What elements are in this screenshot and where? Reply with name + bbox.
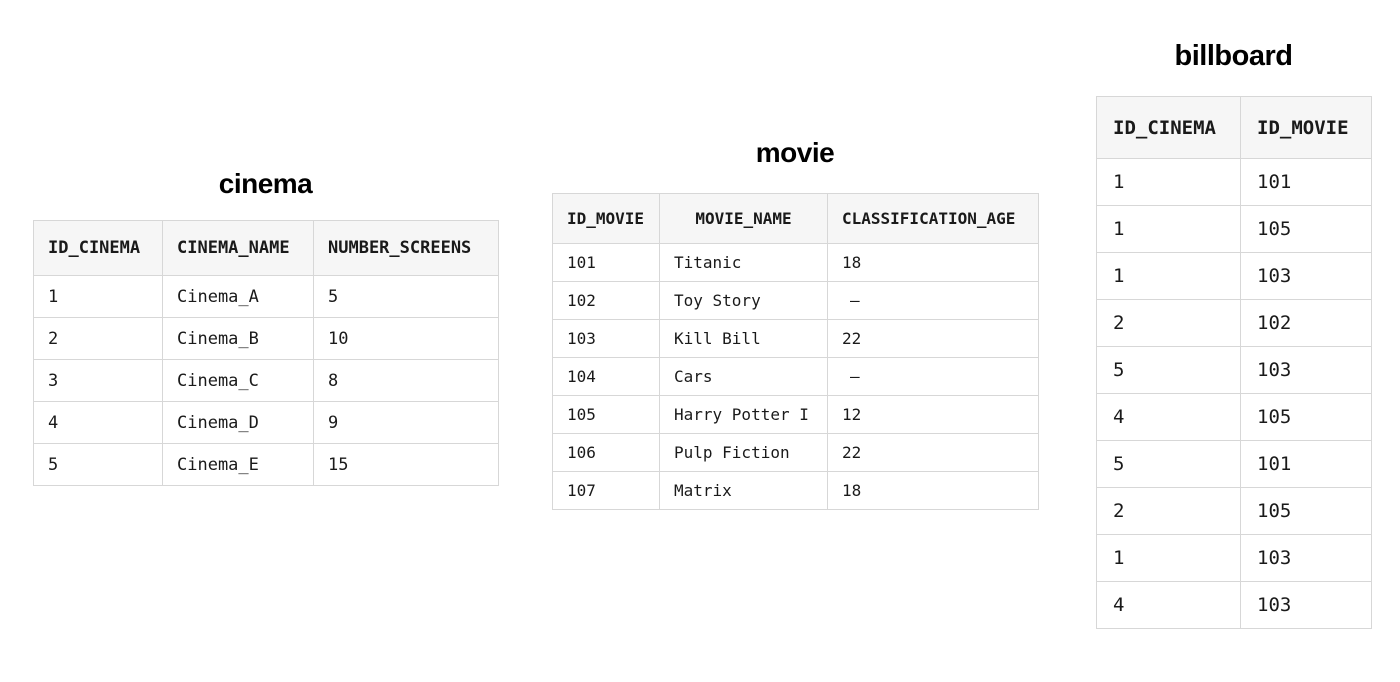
cell-cinema-name: Cinema_E xyxy=(162,443,314,486)
cell-id-movie: 102 xyxy=(552,281,660,320)
column-header-movie-name: MOVIE_NAME xyxy=(659,193,828,244)
table-row: 5 101 xyxy=(1096,440,1372,488)
movie-table: ID_MOVIE MOVIE_NAME CLASSIFICATION_AGE 1… xyxy=(552,193,1039,510)
cell-id-movie: 101 xyxy=(1240,440,1372,488)
cell-id-cinema: 2 xyxy=(33,317,163,360)
cell-movie-name: Kill Bill xyxy=(659,319,828,358)
column-header-id-movie: ID_MOVIE xyxy=(1240,96,1372,159)
cinema-table: ID_CINEMA CINEMA_NAME NUMBER_SCREENS 1 C… xyxy=(33,220,499,486)
cell-movie-name: Harry Potter I xyxy=(659,395,828,434)
table-row: 1 103 xyxy=(1096,534,1372,582)
cell-id-movie: 105 xyxy=(1240,487,1372,535)
cell-id-cinema: 5 xyxy=(1096,440,1241,488)
cell-id-movie: 103 xyxy=(1240,581,1372,629)
cell-id-cinema: 1 xyxy=(1096,158,1241,206)
cell-id-cinema: 1 xyxy=(1096,252,1241,300)
cell-number-screens: 9 xyxy=(313,401,499,444)
table-row: 2 Cinema_B 10 xyxy=(33,317,499,360)
cell-movie-name: Matrix xyxy=(659,471,828,510)
cell-id-cinema: 4 xyxy=(1096,393,1241,441)
table-row: 102 Toy Story – xyxy=(552,281,1039,320)
cell-classification-age: – xyxy=(827,281,1039,320)
cell-number-screens: 5 xyxy=(313,275,499,318)
cell-movie-name: Titanic xyxy=(659,243,828,282)
table-row: 4 103 xyxy=(1096,581,1372,629)
table-row: 103 Kill Bill 22 xyxy=(552,319,1039,358)
cell-classification-age: 22 xyxy=(827,319,1039,358)
cell-id-movie: 103 xyxy=(1240,252,1372,300)
table-row: 107 Matrix 18 xyxy=(552,471,1039,510)
billboard-header-row: ID_CINEMA ID_MOVIE xyxy=(1096,96,1372,159)
cell-id-movie: 103 xyxy=(1240,346,1372,394)
column-header-id-cinema: ID_CINEMA xyxy=(33,220,163,276)
cell-movie-name: Pulp Fiction xyxy=(659,433,828,472)
cell-id-cinema: 3 xyxy=(33,359,163,402)
table-row: 4 Cinema_D 9 xyxy=(33,401,499,444)
table-row: 104 Cars – xyxy=(552,357,1039,396)
cell-id-cinema: 2 xyxy=(1096,299,1241,347)
cell-id-movie: 103 xyxy=(552,319,660,358)
cell-id-movie: 105 xyxy=(1240,393,1372,441)
table-row: 101 Titanic 18 xyxy=(552,243,1039,282)
movie-table-title: movie xyxy=(755,137,835,168)
table-row: 1 105 xyxy=(1096,205,1372,253)
table-row: 5 Cinema_E 15 xyxy=(33,443,499,486)
table-row: 1 101 xyxy=(1096,158,1372,206)
cell-classification-age: 12 xyxy=(827,395,1039,434)
cell-movie-name: Toy Story xyxy=(659,281,828,320)
cell-id-cinema: 1 xyxy=(33,275,163,318)
cell-id-movie: 105 xyxy=(552,395,660,434)
cell-id-cinema: 4 xyxy=(33,401,163,444)
cell-id-movie: 106 xyxy=(552,433,660,472)
cell-classification-age: – xyxy=(827,357,1039,396)
cell-id-movie: 107 xyxy=(552,471,660,510)
cinema-header-row: ID_CINEMA CINEMA_NAME NUMBER_SCREENS xyxy=(33,220,499,276)
table-row: 2 102 xyxy=(1096,299,1372,347)
cell-number-screens: 8 xyxy=(313,359,499,402)
cell-id-cinema: 2 xyxy=(1096,487,1241,535)
cell-classification-age: 22 xyxy=(827,433,1039,472)
cell-cinema-name: Cinema_A xyxy=(162,275,314,318)
table-row: 106 Pulp Fiction 22 xyxy=(552,433,1039,472)
cell-cinema-name: Cinema_C xyxy=(162,359,314,402)
table-row: 3 Cinema_C 8 xyxy=(33,359,499,402)
cinema-table-title: cinema xyxy=(218,168,313,199)
column-header-id-movie: ID_MOVIE xyxy=(552,193,660,244)
cell-id-movie: 105 xyxy=(1240,205,1372,253)
cell-cinema-name: Cinema_B xyxy=(162,317,314,360)
column-header-id-cinema: ID_CINEMA xyxy=(1096,96,1241,159)
cell-id-movie: 102 xyxy=(1240,299,1372,347)
cell-movie-name: Cars xyxy=(659,357,828,396)
table-row: 1 Cinema_A 5 xyxy=(33,275,499,318)
table-row: 5 103 xyxy=(1096,346,1372,394)
cell-id-movie: 104 xyxy=(552,357,660,396)
cell-id-movie: 103 xyxy=(1240,534,1372,582)
column-header-classification-age: CLASSIFICATION_AGE xyxy=(827,193,1039,244)
cell-classification-age: 18 xyxy=(827,243,1039,282)
billboard-table-title: billboard xyxy=(1174,40,1293,72)
cell-number-screens: 10 xyxy=(313,317,499,360)
cell-id-movie: 101 xyxy=(552,243,660,282)
cell-id-cinema: 4 xyxy=(1096,581,1241,629)
cell-cinema-name: Cinema_D xyxy=(162,401,314,444)
table-row: 1 103 xyxy=(1096,252,1372,300)
movie-header-row: ID_MOVIE MOVIE_NAME CLASSIFICATION_AGE xyxy=(552,193,1039,244)
billboard-table: ID_CINEMA ID_MOVIE 1 101 1 105 1 103 2 1… xyxy=(1096,96,1372,629)
column-header-number-screens: NUMBER_SCREENS xyxy=(313,220,499,276)
cell-id-cinema: 5 xyxy=(33,443,163,486)
table-row: 4 105 xyxy=(1096,393,1372,441)
cell-classification-age: 18 xyxy=(827,471,1039,510)
cell-number-screens: 15 xyxy=(313,443,499,486)
table-row: 105 Harry Potter I 12 xyxy=(552,395,1039,434)
cell-id-cinema: 1 xyxy=(1096,205,1241,253)
column-header-cinema-name: CINEMA_NAME xyxy=(162,220,314,276)
cell-id-cinema: 1 xyxy=(1096,534,1241,582)
table-row: 2 105 xyxy=(1096,487,1372,535)
cell-id-cinema: 5 xyxy=(1096,346,1241,394)
cell-id-movie: 101 xyxy=(1240,158,1372,206)
